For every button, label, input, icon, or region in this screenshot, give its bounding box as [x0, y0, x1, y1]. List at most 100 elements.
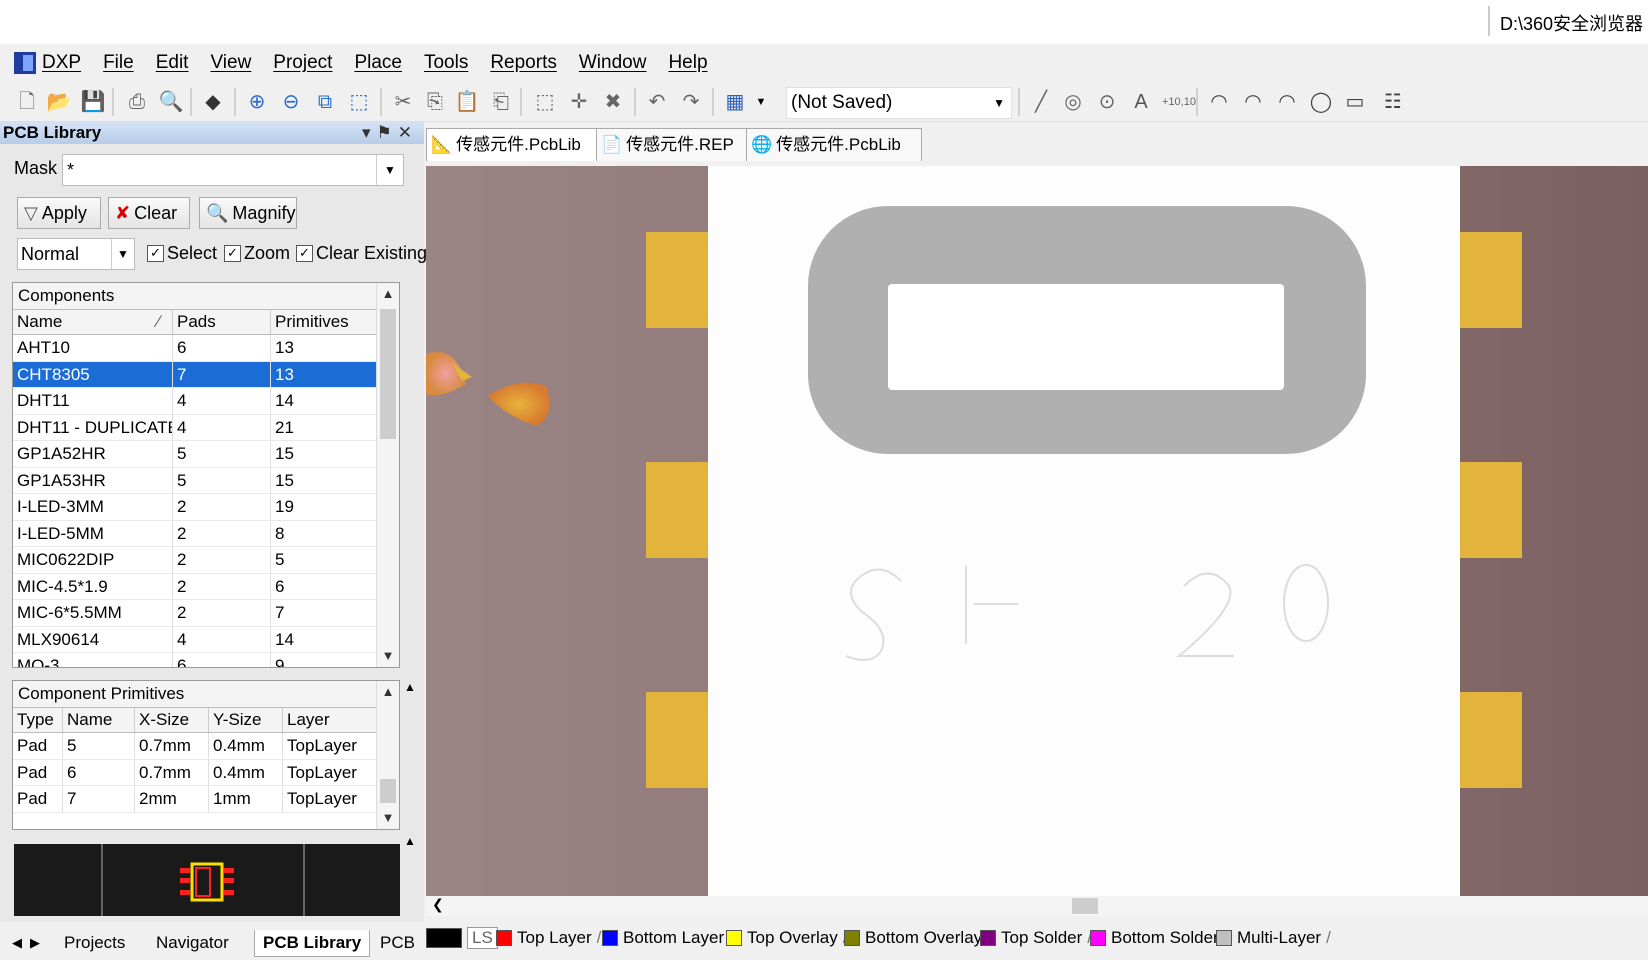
apply-button[interactable]: ▽ Apply — [17, 197, 101, 229]
mask-input[interactable]: * ▼ — [62, 154, 404, 186]
redo-icon[interactable]: ↷ — [678, 89, 704, 115]
tab-scroll-right-icon[interactable]: ▶ — [22, 930, 48, 956]
move-icon[interactable]: ✛ — [566, 89, 592, 115]
menu-place[interactable]: Place — [354, 52, 402, 74]
components-scrollbar[interactable]: ▲ ▼ — [376, 283, 399, 667]
layer-tab-1[interactable]: Top Layer / — [496, 924, 601, 952]
layers-3d-icon[interactable]: ◆ — [200, 89, 226, 115]
menu-tools[interactable]: Tools — [424, 52, 468, 74]
table-row[interactable]: Pad 6 0.7mm 0.4mm TopLayer — [13, 759, 399, 786]
paste-icon[interactable]: 📋 — [454, 89, 480, 115]
doc-tab-pcblib[interactable]: 📐 传感元件.PcbLib — [426, 128, 602, 161]
layer-tab-4[interactable]: Bottom Overlay/ — [844, 924, 992, 952]
chevron-up-icon[interactable]: ▲ — [377, 283, 399, 305]
line-icon[interactable]: ╱ — [1028, 89, 1054, 115]
paste-array-icon[interactable]: ⎗ — [488, 89, 514, 115]
table-row[interactable]: MIC-4.5*1.9 2 6 — [13, 573, 399, 600]
close-icon[interactable]: ✕ — [398, 123, 418, 142]
chevron-down-icon[interactable]: ▼ — [111, 239, 134, 269]
deselect-icon[interactable]: ✖ — [600, 89, 626, 115]
menu-dxp[interactable]: DXP — [42, 52, 81, 74]
arc-any-icon[interactable]: ◠ — [1274, 89, 1300, 115]
col-name-header[interactable]: Name — [63, 708, 135, 732]
tab-navigator[interactable]: Navigator — [148, 930, 237, 956]
chevron-left-icon[interactable]: ❮ — [432, 896, 444, 913]
variant-combo[interactable]: (Not Saved) ▼ — [786, 87, 1012, 119]
menu-window[interactable]: Window — [579, 52, 647, 74]
table-row[interactable]: AHT10 6 13 — [13, 335, 399, 362]
undo-icon[interactable]: ↶ — [644, 89, 670, 115]
col-pads-header[interactable]: Pads — [173, 310, 271, 334]
print-icon[interactable]: ⎙ — [124, 89, 150, 115]
menu-reports[interactable]: Reports — [490, 52, 557, 74]
collapse-up-icon[interactable]: ▲ — [404, 834, 416, 848]
menu-view[interactable]: View — [210, 52, 251, 74]
table-row[interactable]: GP1A52HR 5 15 — [13, 441, 399, 468]
col-xsize-header[interactable]: X-Size — [135, 708, 209, 732]
layer-tab-3[interactable]: Top Overlay/ — [726, 924, 847, 952]
table-row[interactable]: Pad 7 2mm 1mm TopLayer — [13, 786, 399, 813]
col-type-header[interactable]: Type — [13, 708, 63, 732]
magnify-button[interactable]: 🔍 Magnify — [199, 197, 297, 229]
chevron-up-icon[interactable]: ▲ — [377, 681, 399, 703]
col-ysize-header[interactable]: Y-Size — [209, 708, 283, 732]
select-area-icon[interactable]: ⬚ — [532, 89, 558, 115]
arc-center-icon[interactable]: ◠ — [1206, 89, 1232, 115]
table-row[interactable]: CHT8305 7 13 — [13, 361, 399, 388]
open-folder-icon[interactable]: 📂 — [46, 89, 72, 115]
pin-icon[interactable]: ⚑ — [377, 123, 398, 142]
menu-file[interactable]: File — [103, 52, 134, 74]
tab-projects[interactable]: Projects — [56, 930, 133, 956]
zoom-area-icon[interactable]: ⬚ — [346, 89, 372, 115]
new-file-icon[interactable]: 🗋 — [14, 89, 40, 115]
panel-menu-icon[interactable]: ▾ — [362, 123, 377, 142]
arc-edge-icon[interactable]: ◠ — [1240, 89, 1266, 115]
grid-dropdown-icon[interactable]: ▼ — [748, 89, 774, 115]
zoom-fit-icon[interactable]: ⧉ — [312, 89, 338, 115]
layer-tab-6[interactable]: Bottom Solder/ — [1090, 924, 1228, 952]
menu-project[interactable]: Project — [273, 52, 332, 74]
scroll-thumb[interactable] — [380, 779, 396, 803]
chevron-down-icon[interactable]: ▼ — [377, 645, 399, 667]
array-paste-icon[interactable]: ☷ — [1380, 89, 1406, 115]
zoom-checkbox[interactable]: ✓ Zoom — [224, 243, 290, 264]
canvas-hscrollbar[interactable]: ❮ — [426, 896, 1648, 916]
col-layer-header[interactable]: Layer — [283, 708, 379, 732]
pad-icon[interactable]: ◎ — [1060, 89, 1086, 115]
scroll-thumb[interactable] — [380, 309, 396, 439]
table-row[interactable]: DHT11 4 14 — [13, 388, 399, 415]
table-row[interactable]: I-LED-3MM 2 19 — [13, 494, 399, 521]
dxp-logo-icon[interactable] — [14, 52, 36, 74]
primitives-scrollbar[interactable]: ▲ ▼ — [376, 681, 399, 829]
table-row[interactable]: I-LED-5MM 2 8 — [13, 520, 399, 547]
doc-tab-rep[interactable]: 📄 传感元件.REP — [596, 128, 752, 161]
chevron-down-icon[interactable]: ▼ — [376, 155, 403, 185]
table-row[interactable]: Pad 5 0.7mm 0.4mm TopLayer — [13, 733, 399, 760]
zoom-out-icon[interactable]: ⊖ — [278, 89, 304, 115]
tab-pcb[interactable]: PCB — [372, 930, 423, 956]
chevron-down-icon[interactable]: ▼ — [377, 807, 399, 829]
table-row[interactable]: GP1A53HR 5 15 — [13, 467, 399, 494]
doc-tab-pcblib-2[interactable]: 🌐 传感元件.PcbLib — [746, 128, 922, 161]
pcb-canvas[interactable] — [426, 166, 1648, 896]
menu-help[interactable]: Help — [668, 52, 707, 74]
clear-existing-checkbox[interactable]: ✓ Clear Existing — [296, 243, 427, 264]
menu-edit[interactable]: Edit — [156, 52, 189, 74]
grid-icon[interactable]: ▦ — [722, 89, 748, 115]
tab-pcb-library[interactable]: PCB Library — [254, 930, 371, 957]
table-row[interactable]: MIC-6*5.5MM 2 7 — [13, 600, 399, 627]
table-row[interactable]: MLX90614 4 14 — [13, 626, 399, 653]
layer-tab-2[interactable]: Bottom Layer/ — [602, 924, 734, 952]
circle-icon[interactable]: ◯ — [1308, 89, 1334, 115]
string-icon[interactable]: A — [1128, 89, 1154, 115]
coordinate-icon[interactable]: +10,10 — [1162, 89, 1196, 115]
fill-icon[interactable]: ▭ — [1342, 89, 1368, 115]
copy-icon[interactable]: ⎘ — [422, 89, 448, 115]
save-icon[interactable]: 💾 — [80, 89, 106, 115]
clear-button[interactable]: ✘ Clear — [108, 197, 190, 229]
col-primitives-header[interactable]: Primitives — [271, 310, 377, 334]
col-name-header[interactable]: Name ∕ — [13, 310, 173, 334]
via-icon[interactable]: ⊙ — [1094, 89, 1120, 115]
cut-icon[interactable]: ✂ — [390, 89, 416, 115]
scroll-thumb[interactable] — [1072, 898, 1098, 914]
